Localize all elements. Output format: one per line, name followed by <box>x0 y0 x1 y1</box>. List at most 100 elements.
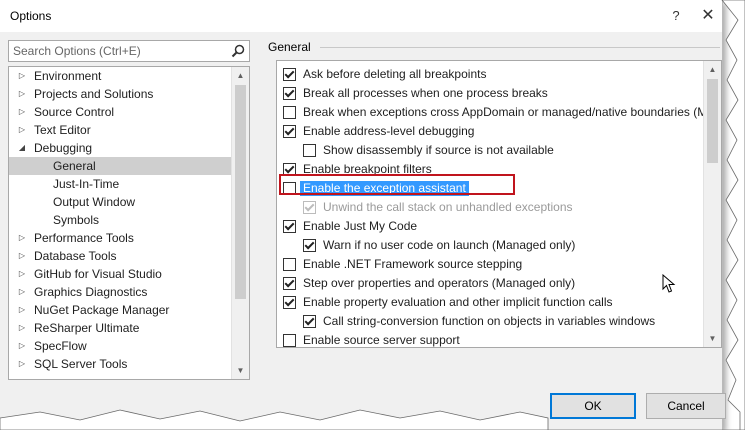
tree-item-label: GitHub for Visual Studio <box>34 267 162 281</box>
option-label[interactable]: Enable the exception assistant <box>300 181 469 196</box>
search-input[interactable] <box>13 41 223 61</box>
collapsed-arrow-icon[interactable]: ▷ <box>17 301 27 319</box>
option-row: Show disassembly if source is not availa… <box>277 141 704 160</box>
option-checkbox[interactable] <box>283 182 296 195</box>
tree-item[interactable]: Symbols <box>9 211 231 229</box>
option-label[interactable]: Enable address-level debugging <box>303 124 474 139</box>
collapsed-arrow-icon[interactable]: ▷ <box>17 85 27 103</box>
scroll-thumb[interactable] <box>707 79 718 163</box>
tree-item[interactable]: ▷ Environment <box>9 67 231 85</box>
option-row: Call string-conversion function on objec… <box>277 312 704 331</box>
option-checkbox[interactable] <box>303 315 316 328</box>
tree-item-label: Projects and Solutions <box>34 87 154 101</box>
tree-item[interactable]: General <box>9 157 231 175</box>
option-row: Break all processes when one process bre… <box>277 84 704 103</box>
tree-item[interactable]: ▷ Text Editor <box>9 121 231 139</box>
options-list: Enable source server support Call string-… <box>276 60 722 348</box>
option-label[interactable]: Step over properties and operators (Mana… <box>303 276 575 291</box>
section-divider <box>320 47 720 48</box>
collapsed-arrow-icon[interactable]: ▷ <box>17 67 27 85</box>
tree-item[interactable]: ◢ Debugging <box>9 139 231 157</box>
option-row: Unwind the call stack on unhandled excep… <box>277 198 704 217</box>
tree-item[interactable]: ▷ Projects and Solutions <box>9 85 231 103</box>
option-checkbox[interactable] <box>283 220 296 233</box>
option-label[interactable]: Warn if no user code on launch (Managed … <box>323 238 575 253</box>
tree-item-label: Database Tools <box>34 249 117 263</box>
tree-item-label: Debugging <box>34 141 93 155</box>
option-label[interactable]: Break when exceptions cross AppDomain or… <box>303 105 707 120</box>
tree-item-label: SpecFlow <box>34 339 87 353</box>
tree-item-label: NuGet Package Manager <box>34 303 170 317</box>
option-checkbox[interactable] <box>283 87 296 100</box>
option-row: Enable the exception assistant <box>277 179 704 198</box>
option-row: Enable Just My Code <box>277 217 704 236</box>
tree-item-label: Source Control <box>34 105 115 119</box>
tree-item[interactable]: ▷ Performance Tools <box>9 229 231 247</box>
collapsed-arrow-icon[interactable]: ▷ <box>17 247 27 265</box>
option-row: Enable address-level debugging <box>277 122 704 141</box>
collapsed-arrow-icon[interactable]: ▷ <box>17 355 27 373</box>
options-scrollbar[interactable]: ▲ ▼ <box>703 61 721 347</box>
option-label[interactable]: Enable breakpoint filters <box>303 162 432 177</box>
tree-item[interactable]: ▷ SpecFlow <box>9 337 231 355</box>
option-checkbox <box>303 201 316 214</box>
option-checkbox[interactable] <box>283 277 296 290</box>
option-label[interactable]: Break all processes when one process bre… <box>303 86 548 101</box>
help-button[interactable]: ? <box>666 6 686 26</box>
expanded-arrow-icon[interactable]: ◢ <box>17 139 27 157</box>
option-checkbox[interactable] <box>283 334 296 347</box>
option-row: Warn if no user code on launch (Managed … <box>277 236 704 255</box>
option-row: Enable breakpoint filters <box>277 160 704 179</box>
option-label[interactable]: Enable Just My Code <box>303 219 417 234</box>
option-row: Ask before deleting all breakpoints <box>277 65 704 84</box>
scroll-down-icon[interactable]: ▼ <box>704 330 721 347</box>
option-checkbox[interactable] <box>303 239 316 252</box>
option-label[interactable]: Enable source server support <box>303 333 460 347</box>
cancel-button[interactable]: Cancel <box>646 393 726 419</box>
option-label[interactable]: Call string-conversion function on objec… <box>323 314 655 329</box>
window-title: Options <box>10 9 52 23</box>
title-bar: Options ? ✕ <box>0 0 722 32</box>
collapsed-arrow-icon[interactable]: ▷ <box>17 265 27 283</box>
tree-item[interactable]: ▷ SQL Server Tools <box>9 355 231 373</box>
close-button[interactable]: ✕ <box>698 6 718 26</box>
mouse-cursor-icon <box>662 274 676 293</box>
tree-item-label: Text Editor <box>34 123 91 137</box>
collapsed-arrow-icon[interactable]: ▷ <box>17 229 27 247</box>
tree-item[interactable]: ▷ ReSharper Ultimate <box>9 319 231 337</box>
tree-item[interactable]: ▷ Graphics Diagnostics <box>9 283 231 301</box>
collapsed-arrow-icon[interactable]: ▷ <box>17 121 27 139</box>
option-label[interactable]: Ask before deleting all breakpoints <box>303 67 486 82</box>
option-checkbox[interactable] <box>283 296 296 309</box>
option-label[interactable]: Enable .NET Framework source stepping <box>303 257 522 272</box>
collapsed-arrow-icon[interactable]: ▷ <box>17 103 27 121</box>
tree-item[interactable]: Just-In-Time <box>9 175 231 193</box>
scroll-up-icon[interactable]: ▲ <box>232 67 249 84</box>
scroll-thumb[interactable] <box>235 85 246 299</box>
options-dialog: Options ? ✕ ▷ SQL Server Tools ▷ SpecFlow ▷ R… <box>0 0 726 430</box>
tree-item[interactable]: ▷ Source Control <box>9 103 231 121</box>
ok-button[interactable]: OK <box>550 393 636 419</box>
scroll-down-icon[interactable]: ▼ <box>232 362 249 379</box>
collapsed-arrow-icon[interactable]: ▷ <box>17 319 27 337</box>
option-label[interactable]: Show disassembly if source is not availa… <box>323 143 554 158</box>
option-checkbox[interactable] <box>283 163 296 176</box>
option-checkbox[interactable] <box>283 125 296 138</box>
option-label[interactable]: Enable property evaluation and other imp… <box>303 295 613 310</box>
option-checkbox[interactable] <box>283 106 296 119</box>
scroll-up-icon[interactable]: ▲ <box>704 61 721 78</box>
option-checkbox[interactable] <box>283 68 296 81</box>
tree-item-label: Just-In-Time <box>53 177 120 191</box>
tree-item[interactable]: ▷ NuGet Package Manager <box>9 301 231 319</box>
tree-item[interactable]: ▷ GitHub for Visual Studio <box>9 265 231 283</box>
search-icon[interactable] <box>231 44 245 58</box>
search-box <box>8 40 250 62</box>
tree-item[interactable]: Output Window <box>9 193 231 211</box>
tree-item[interactable]: ▷ Database Tools <box>9 247 231 265</box>
collapsed-arrow-icon[interactable]: ▷ <box>17 283 27 301</box>
option-checkbox[interactable] <box>303 144 316 157</box>
option-checkbox[interactable] <box>283 258 296 271</box>
option-row: Break when exceptions cross AppDomain or… <box>277 103 707 122</box>
tree-scrollbar[interactable]: ▲ ▼ <box>231 67 249 379</box>
collapsed-arrow-icon[interactable]: ▷ <box>17 337 27 355</box>
